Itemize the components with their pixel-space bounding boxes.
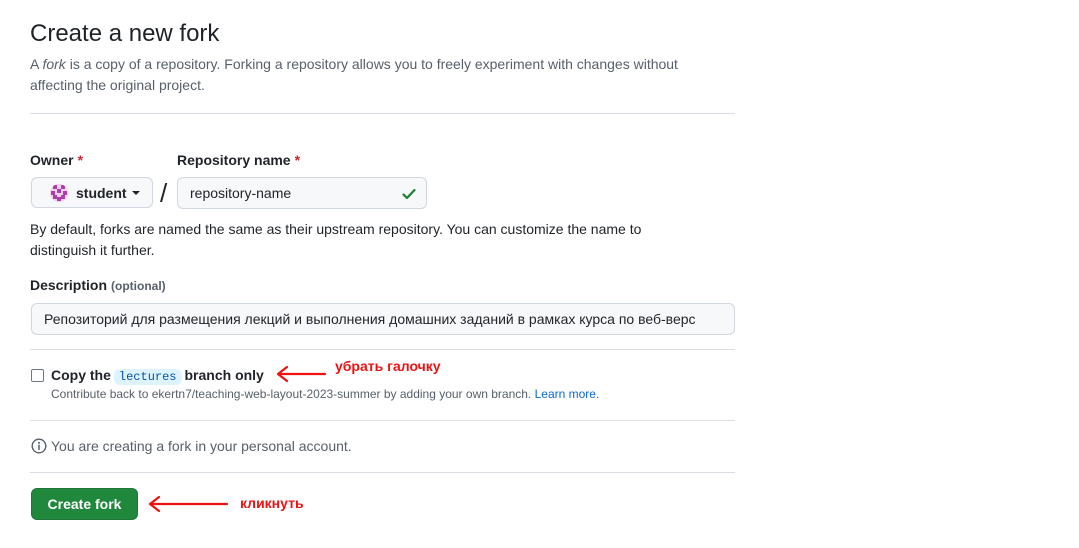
copy-branch-checkbox[interactable] [31, 369, 44, 382]
copy-branch-label[interactable]: Copy the lectures branch only [51, 367, 264, 385]
required-mark: * [77, 152, 84, 168]
page-title: Create a new fork [30, 20, 220, 47]
copy-branch-note: Contribute back to ekertn7/teaching-web-… [51, 387, 600, 401]
divider-info [30, 420, 735, 421]
create-fork-button[interactable]: Create fork [31, 488, 138, 520]
arrow-left-icon [276, 365, 327, 383]
info-text: You are creating a fork in your personal… [51, 438, 352, 454]
owner-dropdown-button[interactable]: student [31, 177, 153, 208]
avatar-icon [50, 183, 68, 202]
info-icon [31, 438, 47, 454]
repository-name-label: Repository name * [177, 152, 301, 168]
repository-name-help: By default, forks are named the same as … [30, 221, 642, 258]
required-mark: * [294, 152, 301, 168]
description-input[interactable] [31, 303, 735, 335]
description-label: Description (optional) [30, 277, 166, 293]
owner-value: student [76, 184, 127, 201]
caret-down-icon [131, 190, 140, 195]
owner-repo-separator: / [160, 178, 168, 208]
owner-label: Owner * [30, 152, 84, 168]
repository-name-input[interactable] [177, 177, 427, 209]
optional-hint: (optional) [111, 279, 166, 293]
annotation-uncheck: убрать галочку [335, 358, 441, 374]
arrow-left-icon [148, 495, 229, 513]
fork-term: fork [42, 56, 66, 72]
divider-bottom [30, 472, 735, 473]
info-message: You are creating a fork in your personal… [31, 438, 352, 454]
divider-top [30, 113, 735, 114]
learn-more-link[interactable]: Learn more. [535, 387, 600, 401]
divider-copy [30, 349, 735, 350]
check-icon [402, 188, 416, 200]
branch-name-code: lectures [113, 369, 182, 385]
annotation-click: кликнуть [240, 495, 304, 511]
page-intro: A fork is a copy of a repository. Forkin… [30, 56, 678, 93]
